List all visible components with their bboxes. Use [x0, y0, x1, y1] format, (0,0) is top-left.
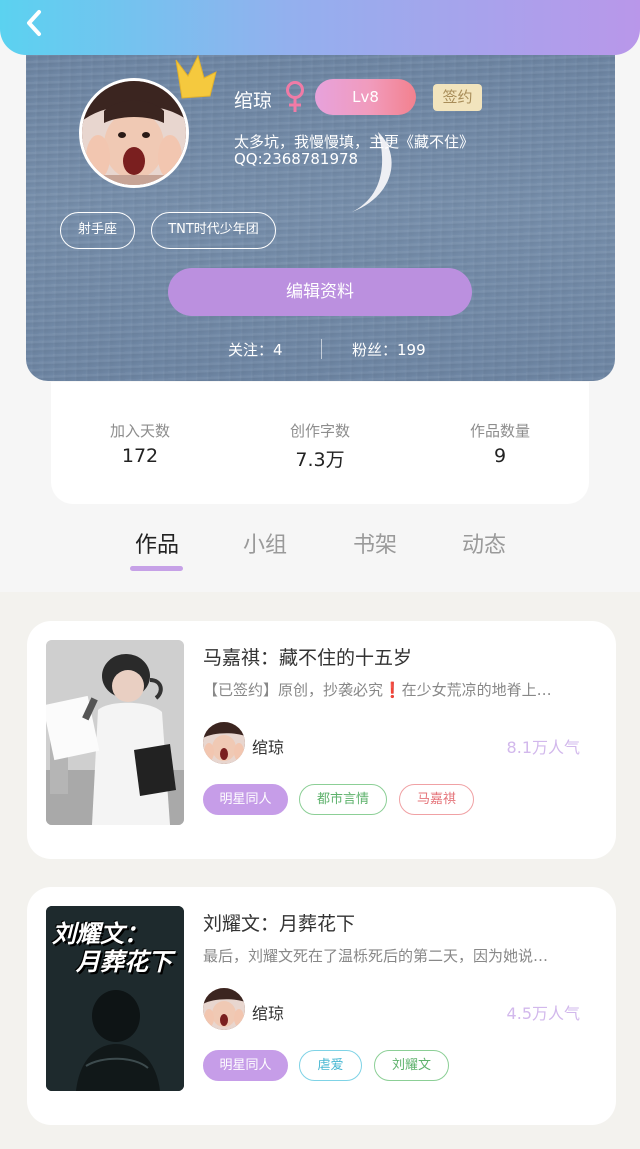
divider: [321, 339, 322, 359]
author-avatar-photo: [203, 722, 245, 764]
tab-feed[interactable]: 动态: [449, 527, 519, 559]
fans-count[interactable]: 粉丝：199: [352, 339, 426, 360]
female-icon: [286, 81, 304, 112]
stat-value: 7.3万: [295, 449, 345, 471]
work-cover[interactable]: [46, 640, 184, 825]
chip-character[interactable]: 马嘉祺: [399, 784, 474, 815]
stat-work-count: 作品数量 9: [430, 420, 570, 467]
work-description: 【已签约】原创，抄袭必究❗在少女荒凉的地脊上…: [203, 681, 552, 699]
tab-bookshelf[interactable]: 书架: [340, 527, 410, 559]
user-name: 绾琼: [234, 90, 273, 112]
author-name[interactable]: 绾琼: [252, 734, 284, 758]
author-avatar-photo: [203, 988, 245, 1030]
popularity-count: 8.1万人气: [506, 738, 580, 757]
chip-category[interactable]: 明星同人: [203, 1050, 288, 1081]
stats-card: 加入天数 172 创作字数 7.3万 作品数量 9: [51, 382, 589, 504]
chip-character[interactable]: 刘耀文: [374, 1050, 449, 1081]
tab-groups[interactable]: 小组: [230, 527, 300, 559]
chip-category[interactable]: 明星同人: [203, 784, 288, 815]
work-card[interactable]: 马嘉祺：藏不住的十五岁 【已签约】原创，抄袭必究❗在少女荒凉的地脊上… 绾琼 8…: [27, 621, 616, 859]
work-title[interactable]: 马嘉祺：藏不住的十五岁: [203, 643, 412, 670]
signed-badge: 签约: [433, 84, 482, 111]
popularity-count: 4.5万人气: [506, 1004, 580, 1023]
edit-profile-button[interactable]: 编辑资料: [168, 268, 472, 316]
tag-fan-group[interactable]: TNT时代少年团: [151, 212, 276, 249]
chevron-left-icon[interactable]: [18, 6, 52, 40]
level-badge: Lv8: [315, 79, 416, 115]
cover-title-text: 刘耀文： 月葬花下: [52, 920, 172, 976]
active-tab-indicator: [130, 566, 183, 571]
cover-title-line: 刘耀文：: [52, 919, 148, 948]
stat-value: 172: [121, 445, 159, 467]
crown-icon: [175, 54, 217, 99]
follow-stats: 关注：4 粉丝：199: [0, 339, 640, 361]
stat-join-days: 加入天数 172: [70, 420, 210, 467]
stat-label: 加入天数: [109, 422, 170, 440]
work-card[interactable]: 刘耀文： 月葬花下 刘耀文：月葬花下 最后，刘耀文死在了温栎死后的第二天，因为她…: [27, 887, 616, 1125]
stat-value: 9: [493, 445, 507, 467]
tag-constellation[interactable]: 射手座: [60, 212, 135, 249]
following-count[interactable]: 关注：4: [228, 339, 283, 360]
tab-works[interactable]: 作品: [122, 527, 192, 559]
author-avatar[interactable]: [203, 722, 245, 764]
author-name[interactable]: 绾琼: [252, 1000, 284, 1024]
work-title[interactable]: 刘耀文：月葬花下: [203, 909, 355, 936]
author-avatar[interactable]: [203, 988, 245, 1030]
chip-genre[interactable]: 都市言情: [299, 784, 387, 815]
user-bio: 太多坑，我慢慢填，主更《藏不住》: [234, 133, 475, 151]
stat-label: 作品数量: [469, 422, 530, 440]
stat-label: 创作字数: [289, 422, 350, 440]
top-bar: [0, 0, 640, 55]
stat-word-count: 创作字数 7.3万: [250, 420, 390, 472]
chip-genre[interactable]: 虐爱: [299, 1050, 362, 1081]
cover-illustration: [46, 640, 184, 825]
work-description: 最后，刘耀文死在了温栎死后的第二天，因为她说…: [203, 947, 549, 965]
qq-number: QQ:2368781978: [234, 150, 359, 168]
work-cover[interactable]: 刘耀文： 月葬花下: [46, 906, 184, 1091]
cover-title-line: 月葬花下: [76, 947, 172, 976]
